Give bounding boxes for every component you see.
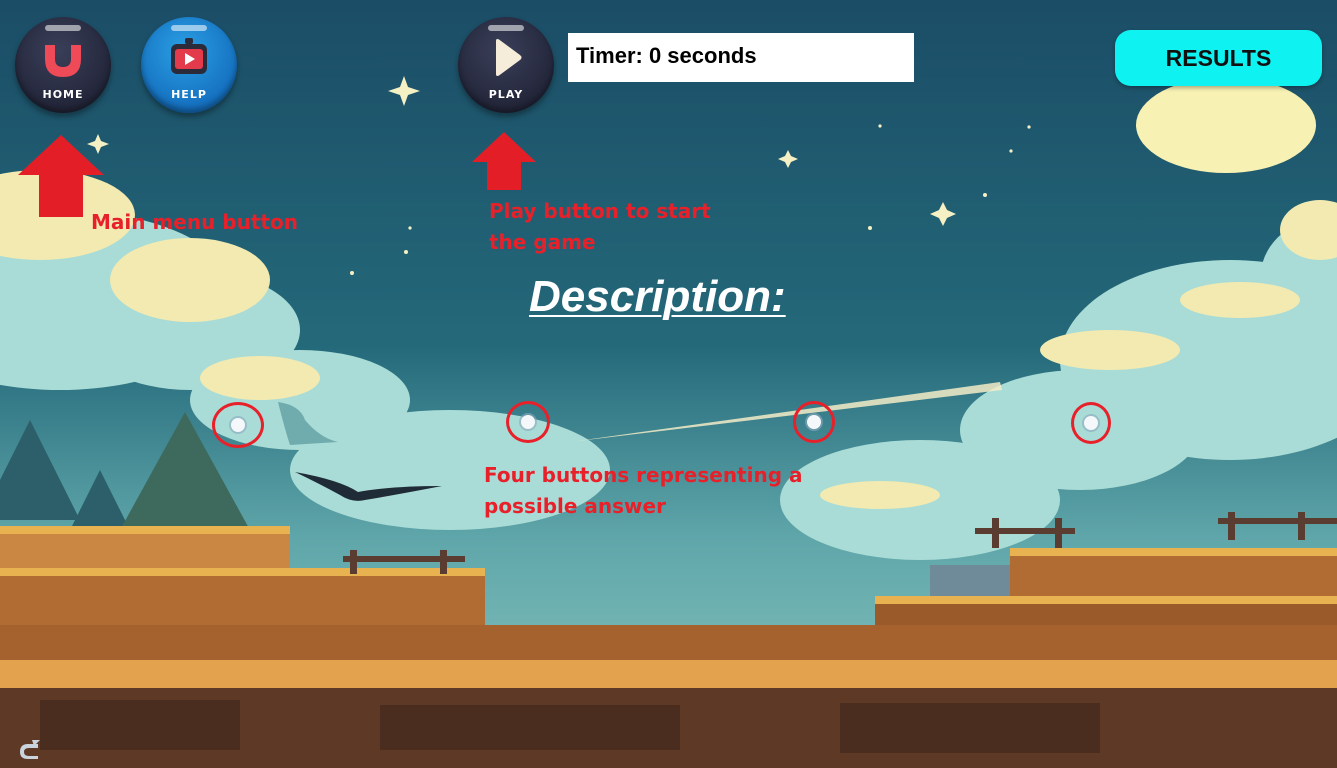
answer-radio-dot [521,415,535,429]
button-shine [488,25,524,31]
answer-radio-dot [807,415,821,429]
up-arrow-icon [18,135,104,217]
up-arrow-icon [472,132,536,190]
annotation-play-line1: Play button to start [489,199,711,223]
answer-radio-dot [231,418,245,432]
home-button-label: HOME [42,88,84,101]
play-triangle-icon [496,39,522,76]
answer-button-1[interactable] [212,402,264,448]
answer-button-4[interactable] [1071,402,1111,444]
annotation-answers-line2: possible answer [484,494,666,518]
play-button-label: PLAY [488,88,524,101]
annotation-answers-line1: Four buttons representing a [484,463,803,487]
annotation-main-menu: Main menu button [91,210,298,234]
annotation-answers: Four buttons representing a possible ans… [484,460,814,522]
answer-radio-dot [1084,416,1098,430]
results-button[interactable]: RESULTS [1115,30,1322,86]
annotation-play: Play button to start the game [489,196,739,258]
help-button[interactable]: HELP [141,17,237,113]
timer-display: Timer: 0 seconds [568,33,914,82]
magnet-u-icon [45,45,81,77]
help-button-label: HELP [171,88,207,101]
answer-button-2[interactable] [506,401,550,443]
description-title: Description: [529,272,786,321]
tv-icon [171,38,207,74]
button-shine [171,25,207,31]
cursor-icon [20,740,40,759]
play-button[interactable]: PLAY [458,17,554,113]
annotation-play-line2: the game [489,230,596,254]
answer-button-3[interactable] [793,401,835,443]
button-shine [45,25,81,31]
game-background [0,0,1337,768]
home-button[interactable]: HOME [15,17,111,113]
